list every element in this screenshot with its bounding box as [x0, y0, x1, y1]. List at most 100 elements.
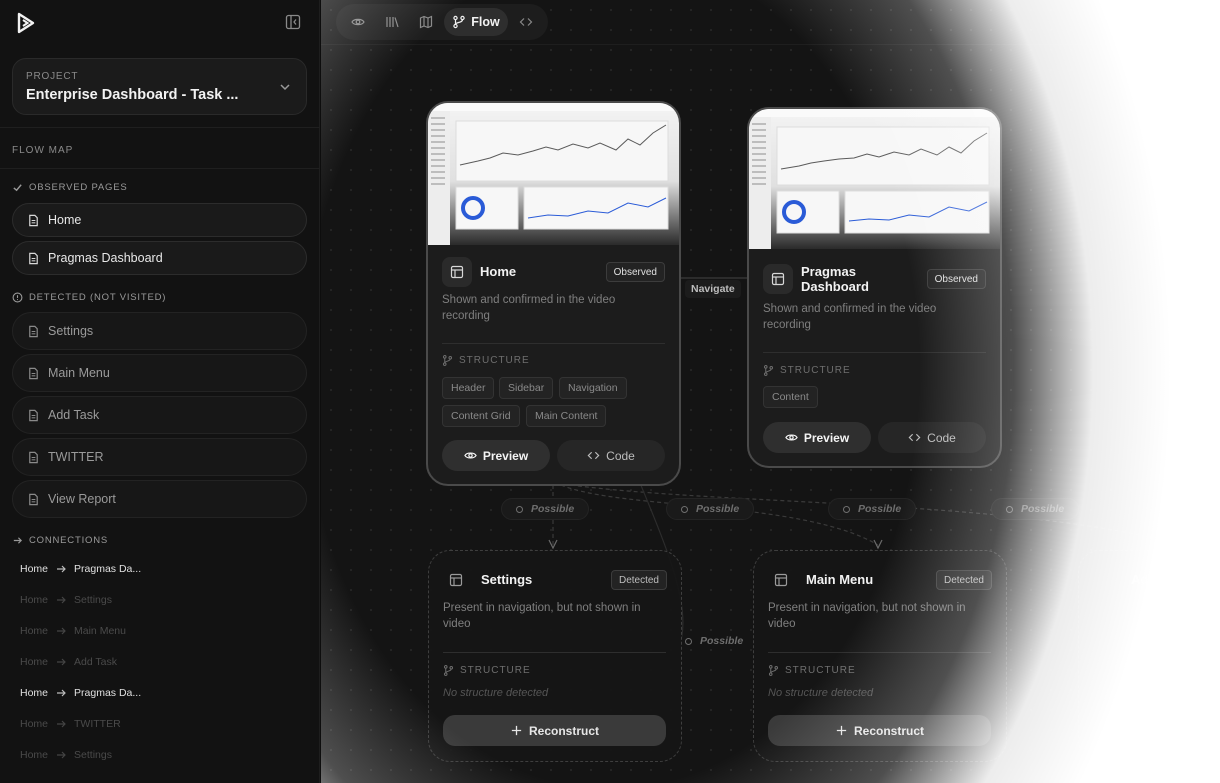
eye-icon	[464, 452, 477, 459]
card-page-icon	[766, 565, 796, 595]
code-icon	[908, 433, 921, 442]
file-icon	[29, 367, 38, 379]
preview-button[interactable]: Preview	[442, 440, 550, 471]
card-title: Main Menu	[806, 572, 874, 587]
structure-chip: Content Grid	[442, 405, 520, 427]
card-title: Pragmas Dashboard	[801, 264, 869, 294]
page-thumbnail	[749, 109, 1000, 249]
connection-to: Settings	[74, 594, 112, 606]
ring-icon	[516, 505, 523, 513]
arrow-right-icon	[57, 565, 66, 573]
sidebar-item-label: Settings	[48, 324, 94, 338]
possible-label: Possible	[696, 503, 740, 515]
status-badge: Observed	[926, 269, 986, 289]
possible-label: Possible	[531, 503, 575, 515]
connection-item[interactable]: Home Settings	[20, 594, 112, 606]
connection-item[interactable]: Home Pragmas Da...	[20, 687, 141, 699]
card-divider	[768, 652, 991, 653]
file-icon	[29, 214, 38, 226]
page-card-pragmas-dashboard[interactable]: Pragmas Dashboard Observed Shown and con…	[747, 107, 1002, 468]
sidebar-item-label: Add Task	[48, 408, 100, 422]
code-label: Code	[927, 430, 956, 445]
sidebar-item-main-menu[interactable]: Main Menu	[12, 354, 307, 392]
structure-label: STRUCTURE	[780, 365, 851, 376]
ring-icon	[1006, 505, 1013, 513]
structure-title: STRUCTURE	[442, 355, 530, 366]
layout-icon	[449, 573, 463, 587]
structure-chip: Header	[442, 377, 495, 399]
observed-pages-title: OBSERVED PAGES	[12, 182, 128, 193]
card-description: Shown and confirmed in the video recordi…	[763, 303, 937, 331]
collapse-sidebar-icon[interactable]	[285, 14, 301, 30]
arrow-right-icon	[57, 720, 66, 728]
connections-title: CONNECTIONS	[12, 535, 108, 546]
possible-label: Possible	[700, 635, 744, 647]
preview-button[interactable]: Preview	[763, 422, 871, 453]
sidebar-item-view-report[interactable]: View Report	[12, 480, 307, 518]
structure-chip: Navigation	[559, 377, 627, 399]
connection-item[interactable]: Home TWITTER	[20, 718, 121, 730]
arrow-right-icon	[57, 596, 66, 604]
card-title-line: Pragmas	[801, 264, 856, 279]
connection-from: Home	[20, 563, 49, 575]
sidebar-item-pragmas-dashboard[interactable]: Pragmas Dashboard	[12, 241, 307, 275]
page-card-home[interactable]: Home Observed Shown and confirmed in the…	[426, 101, 681, 486]
card-page-icon	[441, 565, 471, 595]
page-card-add-task[interactable]: Add Task	[1078, 550, 1218, 762]
structure-title: STRUCTURE	[763, 365, 851, 376]
reconstruct-button[interactable]: Reconstruct	[443, 715, 666, 746]
check-icon	[13, 184, 22, 192]
card-description: Present in navigation, but not shown in …	[768, 602, 966, 630]
code-icon	[587, 451, 600, 460]
connection-item[interactable]: Home Add Task	[20, 656, 117, 668]
flow-canvas[interactable]: Flow Navigate Possible Possible Possible…	[321, 0, 1220, 783]
connection-item[interactable]: Home Main Menu	[20, 625, 126, 637]
card-page-icon	[442, 257, 472, 287]
card-title-line: Dashboard	[801, 279, 869, 294]
code-button[interactable]: Code	[557, 440, 665, 471]
project-selector[interactable]: PROJECT Enterprise Dashboard - Task ...	[12, 58, 307, 115]
connections-label: CONNECTIONS	[29, 535, 108, 546]
plus-icon	[836, 725, 847, 736]
sidebar-item-home[interactable]: Home	[12, 203, 307, 237]
ring-icon	[681, 505, 688, 513]
chevron-down-icon	[280, 84, 290, 91]
sidebar-item-label: Pragmas Dashboard	[48, 251, 163, 265]
layout-icon	[771, 272, 785, 286]
page-card-settings[interactable]: Settings Detected Present in navigation,…	[428, 550, 682, 762]
arrow-right-icon	[57, 658, 66, 666]
connection-item[interactable]: Home Pragmas Da...	[20, 563, 141, 575]
structure-chip: Main Content	[526, 405, 607, 427]
card-title: Add Task	[1131, 572, 1189, 587]
code-button[interactable]: Code	[878, 422, 986, 453]
card-divider	[442, 343, 665, 344]
sidebar-item-label: Home	[48, 213, 82, 227]
sidebar-item-settings[interactable]: Settings	[12, 312, 307, 350]
file-icon	[29, 325, 38, 337]
eye-icon	[785, 434, 798, 441]
connection-item[interactable]: Home Settings	[20, 749, 112, 761]
card-divider	[763, 352, 986, 353]
branch-icon	[768, 665, 779, 676]
structure-label: STRUCTURE	[785, 665, 856, 676]
flow-map-title: FLOW MAP	[12, 145, 74, 156]
connection-from: Home	[20, 687, 49, 699]
logo-icon[interactable]	[14, 11, 38, 35]
code-label: Code	[606, 448, 635, 463]
ring-icon	[843, 505, 850, 513]
reconstruct-button[interactable]: Reconstruct	[768, 715, 991, 746]
connection-from: Home	[20, 749, 49, 761]
sidebar-item-twitter[interactable]: TWITTER	[12, 438, 307, 476]
detected-pages-label: DETECTED (NOT VISITED)	[29, 292, 167, 303]
edge-label-possible: Possible	[828, 498, 917, 520]
sidebar-item-add-task[interactable]: Add Task	[12, 396, 307, 434]
file-icon	[29, 451, 38, 463]
page-card-main-menu[interactable]: Main Menu Detected Present in navigation…	[753, 550, 1007, 762]
ring-icon	[685, 637, 692, 645]
connection-to: Pragmas Da...	[74, 563, 142, 575]
status-badge: Detected	[610, 570, 667, 590]
edge-label-possible: Possible	[671, 630, 757, 652]
dashboard-thumbnail-graphic	[749, 109, 1000, 249]
connection-from: Home	[20, 718, 49, 730]
edge-label-navigate: Navigate	[685, 280, 741, 298]
